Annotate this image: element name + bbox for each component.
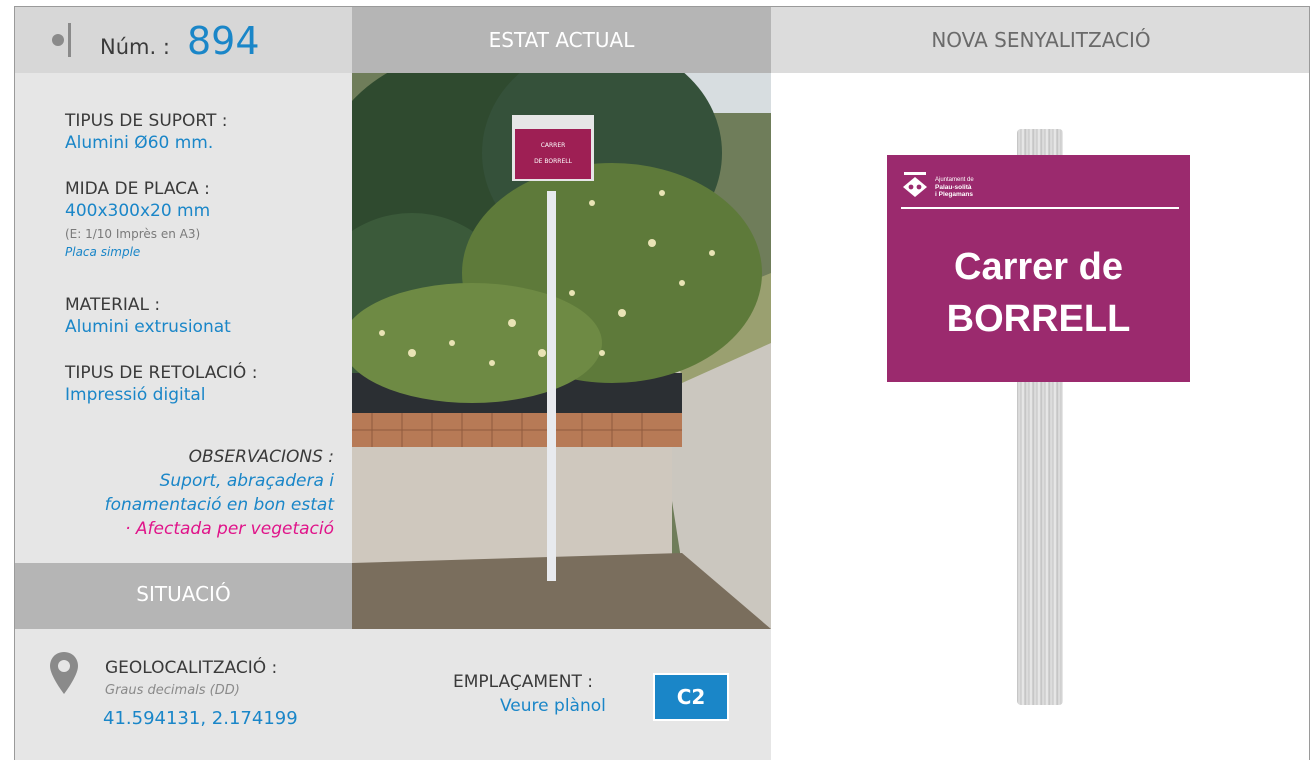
town-hall-name: Ajuntament de Palau-solità i Plegamans [935, 177, 974, 198]
geolocation-format: Graus decimals (DD) [105, 683, 240, 698]
record-number-value: 894 [187, 19, 260, 63]
observations-label: OBSERVACIONS : [188, 447, 334, 467]
record-number-header: Núm. : 894 [15, 7, 352, 73]
street-name-line-1: Carrer de [954, 246, 1123, 288]
old-sign-line-2: DE BORRELL [534, 158, 573, 165]
lettering-type-value: Impressió digital [65, 385, 206, 405]
situation-section-title: SITUACIÓ [15, 563, 352, 629]
plate-size-value: 400x300x20 mm [65, 201, 211, 221]
town-hall-line-3: i Plegamans [935, 191, 973, 198]
street-name-line-2: BORRELL [946, 298, 1131, 340]
observations-line-1: Suport, abraçadera i [159, 471, 334, 491]
geolocation-coordinates: 41.594131, 2.174199 [103, 708, 298, 729]
plate-type: Placa simple [65, 245, 141, 259]
map-pin-icon [50, 652, 78, 694]
town-crest-icon [903, 172, 927, 197]
sign-divider [901, 207, 1179, 209]
town-hall-line-2: Palau-solità [935, 184, 972, 191]
lettering-type-label: TIPUS DE RETOLACIÓ : [65, 363, 258, 383]
material-label: MATERIAL : [65, 295, 161, 315]
sign-specs-panel: TIPUS DE SUPORT : Alumini Ø60 mm. MIDA D… [15, 73, 352, 563]
new-signage-header: NOVA SENYALITZACIÓ [771, 7, 1309, 73]
record-number-label: Núm. : [100, 35, 170, 59]
material-value: Alumini extrusionat [65, 317, 231, 337]
support-type-value: Alumini Ø60 mm. [65, 133, 214, 153]
observations-text: Suport, abraçadera i fonamentació en bon… [34, 469, 334, 541]
geolocation-label: GEOLOCALITZACIÓ : [105, 658, 278, 678]
view-map-link[interactable]: Veure plànol [500, 696, 606, 716]
plate-size-label: MIDA DE PLACA : [65, 179, 210, 199]
new-street-sign: Ajuntament de Palau-solità i Plegamans C… [887, 155, 1190, 382]
town-hall-line-1: Ajuntament de [935, 177, 974, 183]
new-signage-panel: Ajuntament de Palau-solità i Plegamans C… [771, 73, 1309, 760]
support-type-label: TIPUS DE SUPORT : [65, 111, 228, 131]
observations-alert: · Afectada per vegetació [125, 519, 334, 539]
location-label: EMPLAÇAMENT : [453, 672, 593, 692]
current-state-photo-illustration: CARRER DE BORRELL [352, 73, 771, 629]
street-name: Carrer de BORRELL [887, 241, 1190, 345]
situation-panel: GEOLOCALITZACIÓ : Graus decimals (DD) 41… [15, 629, 771, 760]
old-sign-line-1: CARRER [541, 142, 566, 149]
location-code-badge: C2 [653, 673, 729, 721]
observations-line-2: fonamentació en bon estat [104, 495, 334, 515]
plate-scale-note: (E: 1/10 Imprès en A3) [65, 227, 201, 241]
current-state-photo: CARRER DE BORRELL [352, 73, 771, 629]
current-state-header: ESTAT ACTUAL [352, 7, 771, 73]
location-marker-icon [52, 23, 71, 57]
sign-record-sheet: Núm. : 894 TIPUS DE SUPORT : Alumini Ø60… [14, 6, 1310, 760]
